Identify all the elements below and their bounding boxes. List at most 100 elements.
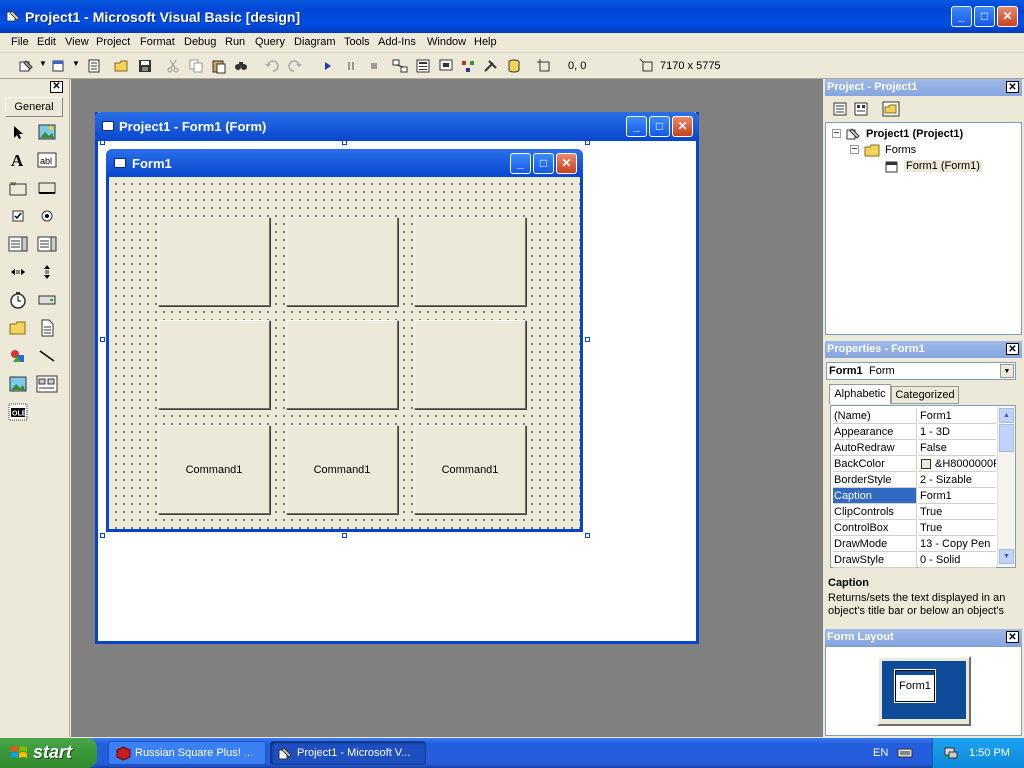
property-value[interactable]: 1 - 3D [918, 424, 996, 440]
cut-icon[interactable] [165, 58, 181, 74]
maximize-button[interactable]: □ [974, 6, 995, 27]
property-row[interactable]: AutoRedraw False [833, 440, 996, 456]
resize-handle[interactable] [100, 140, 105, 145]
data-view-icon[interactable] [506, 58, 522, 74]
menu-tools[interactable]: Tools [344, 36, 370, 48]
menu-run[interactable]: Run [225, 36, 245, 48]
command-button[interactable] [158, 217, 270, 306]
resize-handle[interactable] [100, 337, 105, 342]
undo-icon[interactable] [264, 58, 280, 74]
property-row[interactable]: DrawMode 13 - Copy Pen [833, 536, 996, 552]
frame-tool-icon[interactable]: xy [7, 177, 29, 199]
property-row[interactable]: ControlBox True [833, 520, 996, 536]
optionbutton-tool-icon[interactable] [36, 205, 58, 227]
chevron-down-icon[interactable]: ▼ [1000, 364, 1014, 378]
line-tool-icon[interactable] [36, 345, 58, 367]
drivelistbox-tool-icon[interactable] [36, 289, 58, 311]
designer-close-button[interactable]: ✕ [672, 116, 693, 137]
resize-handle[interactable] [585, 140, 590, 145]
toolbox-icon[interactable] [483, 58, 499, 74]
collapse-icon[interactable]: − [832, 129, 841, 139]
command-button[interactable] [286, 320, 398, 409]
toggle-folders-icon[interactable] [882, 101, 900, 117]
command-button[interactable]: Command1 [286, 425, 398, 514]
form-layout-close-icon[interactable]: ✕ [1006, 631, 1019, 643]
property-row[interactable]: BackColor &H8000000F [833, 456, 996, 472]
scroll-thumb[interactable] [999, 424, 1014, 452]
vscrollbar-tool-icon[interactable] [36, 261, 58, 283]
layout-form-preview[interactable]: Form1 [894, 669, 936, 703]
label-tool-icon[interactable]: A [7, 149, 29, 171]
property-value[interactable]: True [918, 504, 996, 520]
taskbar-task[interactable]: Russian Square Plus! ... [108, 741, 266, 765]
command-button[interactable]: Command1 [414, 425, 526, 514]
listbox-tool-icon[interactable] [36, 233, 58, 255]
property-row[interactable]: BorderStyle 2 - Sizable [833, 472, 996, 488]
paste-icon[interactable] [211, 58, 227, 74]
open-folder-icon[interactable] [114, 58, 130, 74]
redo-icon[interactable] [287, 58, 303, 74]
property-value[interactable]: Form1 [918, 408, 996, 424]
property-value[interactable]: 0 - Solid [918, 552, 996, 568]
project-explorer-icon[interactable] [392, 58, 408, 74]
break-icon[interactable] [343, 58, 359, 74]
form-layout-icon[interactable] [438, 58, 454, 74]
command-button[interactable]: Command1 [158, 425, 270, 514]
tab-alphabetic[interactable]: Alphabetic [829, 384, 891, 404]
menu-debug[interactable]: Debug [184, 36, 216, 48]
properties-window-icon[interactable] [415, 58, 431, 74]
scroll-down-icon[interactable]: ▼ [999, 549, 1014, 564]
image-tool-icon[interactable] [7, 373, 29, 395]
resize-handle[interactable] [585, 533, 590, 538]
resize-handle[interactable] [342, 533, 347, 538]
resize-handle[interactable] [100, 533, 105, 538]
filelistbox-tool-icon[interactable] [36, 317, 58, 339]
object-select[interactable]: Form1 Form ▼ [826, 362, 1016, 380]
textbox-tool-icon[interactable]: abl [36, 149, 58, 171]
find-icon[interactable] [233, 58, 249, 74]
menu-project[interactable]: Project [96, 36, 130, 48]
property-row[interactable]: ClipControls True [833, 504, 996, 520]
commandbutton-tool-icon[interactable] [36, 177, 58, 199]
property-value[interactable]: Form1 [918, 488, 996, 504]
save-icon[interactable] [137, 58, 153, 74]
command-button[interactable] [414, 217, 526, 306]
property-row[interactable]: DrawStyle 0 - Solid [833, 552, 996, 568]
property-value[interactable]: False [918, 440, 996, 456]
designer-title-bar[interactable]: Project1 - Form1 (Form) _ □ ✕ [95, 112, 699, 141]
timer-tool-icon[interactable] [7, 289, 29, 311]
menu-edit[interactable]: Edit [37, 36, 56, 48]
taskbar-task-active[interactable]: Project1 - Microsoft V... [270, 741, 426, 765]
keyboard-icon[interactable] [897, 747, 913, 759]
toolbox-close-icon[interactable]: ✕ [50, 81, 63, 93]
menu-window[interactable]: Window [427, 36, 466, 48]
forms-folder-label[interactable]: Forms [885, 144, 916, 156]
designer-minimize-button[interactable]: _ [626, 116, 647, 137]
picturebox-tool-icon[interactable] [36, 121, 58, 143]
properties-scrollbar[interactable]: ▲ ▼ [997, 407, 1014, 566]
view-code-icon[interactable] [832, 101, 848, 117]
menu-format[interactable]: Format [140, 36, 175, 48]
end-icon[interactable] [366, 58, 382, 74]
property-row[interactable]: (Name) Form1 [833, 408, 996, 424]
main-title-bar[interactable]: Project1 - Microsoft Visual Basic [desig… [0, 0, 1024, 33]
property-value[interactable]: 2 - Sizable [918, 472, 996, 488]
properties-close-icon[interactable]: ✕ [1006, 343, 1019, 355]
hscrollbar-tool-icon[interactable] [7, 261, 29, 283]
add-form-icon[interactable] [50, 58, 66, 74]
tab-categorized[interactable]: Categorized [891, 386, 959, 404]
shape-tool-icon[interactable] [7, 345, 29, 367]
menu-view[interactable]: View [65, 36, 89, 48]
property-value[interactable]: 13 - Copy Pen [918, 536, 996, 552]
dropdown-arrow-icon[interactable]: ▼ [72, 59, 80, 68]
scroll-up-icon[interactable]: ▲ [999, 408, 1014, 423]
designer-maximize-button[interactable]: □ [649, 116, 670, 137]
add-project-icon[interactable] [18, 58, 34, 74]
data-tool-icon[interactable] [36, 373, 58, 395]
command-button[interactable] [414, 320, 526, 409]
menu-diagram[interactable]: Diagram [294, 36, 336, 48]
menu-query[interactable]: Query [255, 36, 285, 48]
form1-close-button[interactable]: ✕ [556, 153, 577, 174]
clock[interactable]: 1:50 PM [969, 747, 1010, 759]
pointer-tool-icon[interactable] [7, 121, 29, 143]
